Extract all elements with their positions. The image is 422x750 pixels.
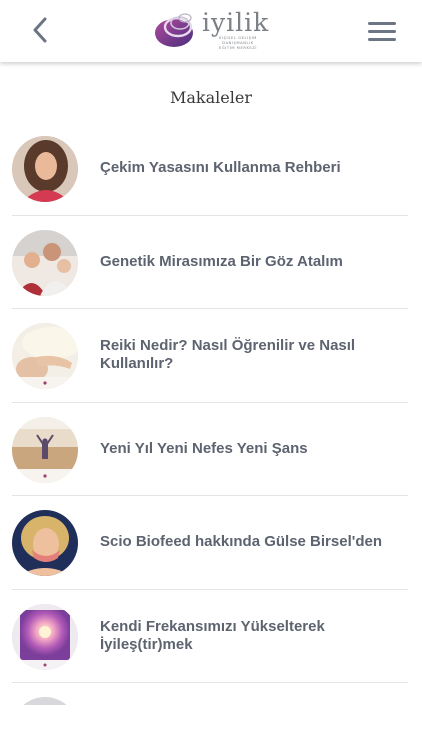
article-item[interactable]: Genetik Mirasımıza Bir Göz Atalım <box>12 216 408 309</box>
article-item[interactable]: Scio Biofeed hakkında Gülse Birsel'den <box>12 496 408 590</box>
article-title: Genetik Mirasımıza Bir Göz Atalım <box>100 252 343 270</box>
article-thumbnail <box>12 229 78 296</box>
article-title: Reiki Nedir? Nasıl Öğrenilir ve Nasıl Ku… <box>100 337 356 373</box>
app-header: iyilik KİŞİSEL GELİŞİM DANIŞMANLIK EĞİTİ… <box>0 0 422 62</box>
article-thumbnail <box>12 416 78 483</box>
article-thumbnail <box>12 603 78 670</box>
article-title: Scio Biofeed hakkında Gülse Birsel'den <box>100 533 382 551</box>
hamburger-menu-icon <box>368 22 396 25</box>
hamburger-menu-icon-bar <box>368 30 396 33</box>
logo-swirl-icon <box>155 13 193 47</box>
article-item[interactable]: Çekim Yasasını Kullanma Rehberi <box>12 122 408 216</box>
article-item[interactable]: Reiki Nedir? Nasıl Öğrenilir ve Nasıl Ku… <box>12 309 408 403</box>
article-list: Çekim Yasasını Kullanma Rehberi Genetik … <box>12 122 408 683</box>
article-title: Çekim Yasasını Kullanma Rehberi <box>100 159 341 177</box>
logo-subtitle-line-2: DANIŞMANLIK <box>222 41 254 45</box>
logo[interactable]: iyilik KİŞİSEL GELİŞİM DANIŞMANLIK EĞİTİ… <box>152 8 276 52</box>
hamburger-menu-icon-bar <box>368 38 396 41</box>
logo-subtitle-line-1: KİŞİSEL GELİŞİM <box>218 36 257 40</box>
back-button[interactable] <box>24 12 56 48</box>
logo-subtitle-line-3: EĞİTİM MERKEZİ <box>218 46 258 50</box>
article-title: Yeni Yıl Yeni Nefes Yeni Şans <box>100 439 308 457</box>
article-item[interactable]: Kendi Frekansımızı Yükselterek İyileş(ti… <box>12 590 408 683</box>
article-thumbnail-partial <box>12 697 78 705</box>
article-title: Kendi Frekansımızı Yükselterek İyileş(ti… <box>100 617 325 653</box>
article-thumbnail <box>12 510 78 576</box>
menu-button[interactable] <box>366 14 400 48</box>
article-item[interactable]: Yeni Yıl Yeni Nefes Yeni Şans <box>12 403 408 496</box>
chevron-left-icon <box>33 17 47 43</box>
logo-wordmark: iyilik <box>202 8 270 37</box>
article-thumbnail <box>12 323 78 389</box>
page-title: Makaleler <box>170 88 252 107</box>
article-thumbnail <box>12 136 78 202</box>
